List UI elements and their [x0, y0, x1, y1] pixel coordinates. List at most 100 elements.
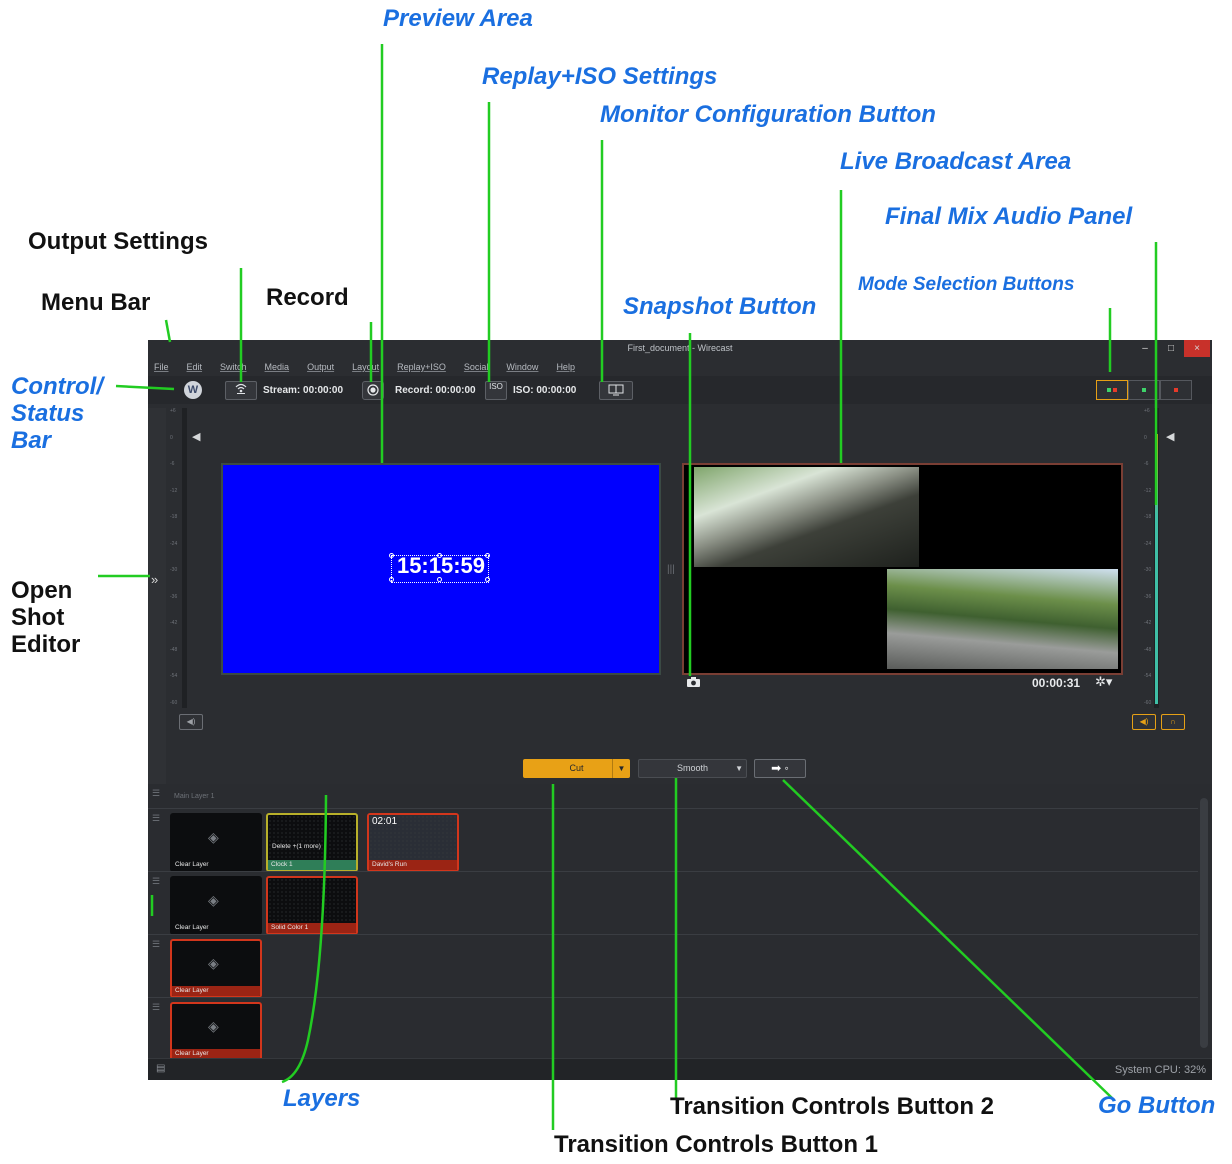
- resize-handle[interactable]: [389, 577, 394, 582]
- layer-drag-handle-icon[interactable]: ☰: [152, 1002, 160, 1013]
- layer-row-3: ☰ ◈ Clear Layer: [148, 934, 1198, 998]
- shot-name: Clear Layer: [175, 861, 209, 868]
- layers-stack-icon: ◈: [208, 892, 219, 908]
- meter-scale: +6 0 -6 -12 -18 -24 -30 -36 -42 -48 -54 -60: [170, 408, 182, 708]
- volume-slider-handle-icon[interactable]: ◀: [192, 430, 200, 443]
- menu-file[interactable]: File: [154, 362, 169, 376]
- open-shot-editor-tab[interactable]: »: [148, 408, 166, 788]
- meter-scale-label: -6: [1144, 461, 1149, 467]
- annotation-preview-area: Preview Area: [383, 5, 533, 32]
- minimize-button[interactable]: –: [1132, 340, 1158, 357]
- meter-scale-label: -42: [170, 620, 178, 626]
- mode-preview-live-button[interactable]: [1096, 380, 1128, 400]
- record-button[interactable]: [362, 381, 384, 400]
- close-button[interactable]: ×: [1184, 340, 1210, 357]
- wirecast-window: First_document - Wirecast – □ × File Edi…: [148, 340, 1212, 1080]
- menu-social[interactable]: Social: [464, 362, 489, 376]
- resize-handle[interactable]: [437, 577, 442, 582]
- main-layer-header: ☰ Main Layer 1: [148, 788, 1198, 806]
- layer-drag-handle-icon[interactable]: ☰: [152, 813, 160, 824]
- menu-replay-iso[interactable]: Replay+ISO: [397, 362, 446, 376]
- status-bar: ▤ System CPU: 32%: [148, 1058, 1212, 1080]
- transition-controls-button-2[interactable]: Smooth ▼: [638, 759, 747, 778]
- mode-preview-button[interactable]: [1128, 380, 1160, 400]
- meter-scale-label: -24: [1144, 540, 1152, 547]
- shot-solid-color[interactable]: Solid Color 1: [266, 876, 358, 935]
- shot-clear-layer[interactable]: ◈ Clear Layer: [170, 876, 262, 935]
- layer-row-2: ☰ ◈ Clear Layer Solid Color 1: [148, 871, 1198, 935]
- shot-clear-layer[interactable]: ◈ Clear Layer: [170, 939, 262, 998]
- mode-live-button[interactable]: [1160, 380, 1192, 400]
- shot-thumbnail: [268, 815, 356, 860]
- live-settings-gear-icon[interactable]: ✲▾: [1095, 674, 1112, 690]
- shot-clock[interactable]: Delete +(1 more) Clock 1: [266, 813, 358, 872]
- annotation-line: Control/: [11, 373, 103, 400]
- replay-iso-settings-button[interactable]: ISO: [485, 381, 507, 400]
- menu-switch[interactable]: Switch: [220, 362, 247, 376]
- resize-handle[interactable]: [389, 553, 394, 558]
- shot-clear-layer[interactable]: ◈ Clear Layer: [170, 813, 262, 872]
- window-title: First_document - Wirecast: [627, 343, 733, 353]
- layers-scrollbar[interactable]: [1200, 798, 1208, 1048]
- shot-timecode: 02:01: [372, 816, 398, 827]
- transition-controls-button-1[interactable]: Cut ▼: [523, 759, 630, 778]
- resize-handle[interactable]: [485, 553, 490, 558]
- stream-status: Stream: 00:00:00: [263, 385, 344, 396]
- shot-clear-layer[interactable]: ◈ Clear Layer: [170, 1002, 262, 1061]
- resize-handle[interactable]: [485, 577, 490, 582]
- output-settings-button[interactable]: [225, 381, 257, 400]
- menu-window[interactable]: Window: [506, 362, 538, 376]
- menu-edit[interactable]: Edit: [187, 362, 203, 376]
- control-status-bar: W Stream: 00:00:00 Record: 00:00:00 ISO …: [148, 376, 1212, 404]
- annotation-open-shot-editor: Open Shot Editor: [11, 577, 80, 659]
- layer-drag-handle-icon[interactable]: ☰: [152, 876, 160, 887]
- annotation-line: Open: [11, 577, 73, 604]
- menu-bar: File Edit Switch Media Output Layout Rep…: [154, 362, 593, 376]
- annotation-record: Record: [266, 284, 349, 311]
- annotation-monitor-configuration-button: Monitor Configuration Button: [600, 101, 936, 128]
- menu-media[interactable]: Media: [265, 362, 290, 376]
- menu-output[interactable]: Output: [307, 362, 334, 376]
- resize-handle[interactable]: [437, 553, 442, 558]
- red-square-icon: [1113, 388, 1117, 392]
- go-button[interactable]: ➡ ◦: [754, 759, 806, 778]
- annotation-go-button: Go Button: [1098, 1092, 1216, 1119]
- annotation-snapshot-button: Snapshot Button: [623, 293, 817, 320]
- live-video-camera-1: [694, 467, 919, 567]
- meter-scale-label: -36: [1144, 593, 1152, 600]
- layer-drag-handle-icon[interactable]: ☰: [152, 939, 160, 950]
- meter-scale-label: -18: [170, 514, 178, 520]
- layer-row-1: ☰ ◈ Clear Layer Delete +(1 more) Clock 1…: [148, 808, 1198, 872]
- maximize-button[interactable]: □: [1158, 340, 1184, 357]
- snapshot-button[interactable]: [686, 676, 701, 691]
- annotation-line: Shot: [11, 603, 65, 631]
- meter-scale-label: -54: [1144, 673, 1152, 679]
- meter-scale-label: +6: [170, 408, 176, 414]
- annotation-replay-iso-settings: Replay+ISO Settings: [482, 63, 718, 90]
- menu-layout[interactable]: Layout: [352, 362, 379, 376]
- preview-area[interactable]: 15:15:59: [221, 463, 661, 675]
- shot-name: Clear Layer: [172, 986, 260, 996]
- wirecast-logo-icon[interactable]: W: [184, 381, 202, 399]
- list-view-icon[interactable]: ▤: [156, 1063, 165, 1074]
- annotation-layers: Layers: [283, 1085, 361, 1112]
- final-mix-speaker-button[interactable]: ◀): [1132, 714, 1156, 730]
- splitter-handle[interactable]: |||: [667, 564, 675, 575]
- volume-slider-handle-icon[interactable]: ◀: [1166, 430, 1174, 443]
- preview-mute-button[interactable]: ◀): [179, 714, 203, 730]
- annotation-mode-selection-buttons: Mode Selection Buttons: [858, 274, 1075, 295]
- preview-audio-meter: +6 0 -6 -12 -18 -24 -30 -36 -42 -48 -54 -60 ◀: [170, 408, 204, 708]
- meter-scale-label: 0: [170, 434, 173, 441]
- menu-help[interactable]: Help: [556, 362, 575, 376]
- title-bar: First_document - Wirecast – □ ×: [148, 340, 1212, 358]
- live-broadcast-area: [682, 463, 1123, 675]
- meter-scale-label: -36: [170, 593, 178, 600]
- system-cpu-status: System CPU: 32%: [1114, 1064, 1206, 1076]
- cut-label: Cut: [569, 763, 584, 773]
- layer-drag-handle-icon[interactable]: ☰: [152, 788, 160, 799]
- headphones-button[interactable]: ∩: [1161, 714, 1185, 730]
- shot-davids-run[interactable]: 02:01 David's Run: [367, 813, 459, 872]
- cut-dropdown-arrow-icon[interactable]: ▼: [612, 759, 630, 778]
- broadcast-icon: [235, 383, 247, 394]
- monitor-configuration-button[interactable]: [599, 381, 633, 400]
